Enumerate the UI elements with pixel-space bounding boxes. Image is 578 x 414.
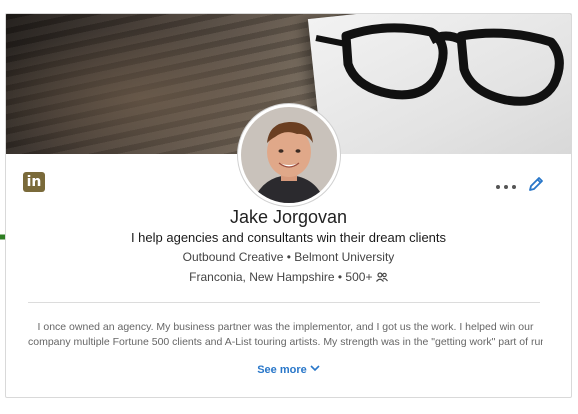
profile-headline: I help agencies and consultants win thei…: [130, 230, 447, 245]
profile-card: in Jake Jorgovan I help agencies and con…: [5, 13, 572, 398]
avatar[interactable]: [238, 104, 340, 206]
see-more-label: See more: [257, 364, 307, 376]
linkedin-logo: in: [23, 172, 45, 192]
pencil-icon[interactable]: [526, 174, 546, 194]
profile-name: Jake Jorgovan: [229, 207, 348, 227]
divider: [28, 302, 540, 303]
company-school-line: Outbound Creative • Belmont University: [182, 250, 395, 264]
avatar-photo: [241, 107, 337, 203]
location-connections-line: Franconia, New Hampshire • 500+: [6, 270, 571, 284]
more-options-button[interactable]: [496, 180, 518, 194]
people-icon: [375, 272, 388, 282]
chevron-down-icon: [310, 365, 320, 372]
location-connections-text: Franconia, New Hampshire • 500+: [189, 270, 373, 284]
summary-line-2: company multiple Fortune 500 clients and…: [28, 336, 543, 348]
summary-line-1: I once owned an agency. My business part…: [37, 321, 534, 333]
profile-summary: I once owned an agency. My business part…: [28, 320, 543, 350]
see-more-button[interactable]: See more: [6, 364, 571, 376]
